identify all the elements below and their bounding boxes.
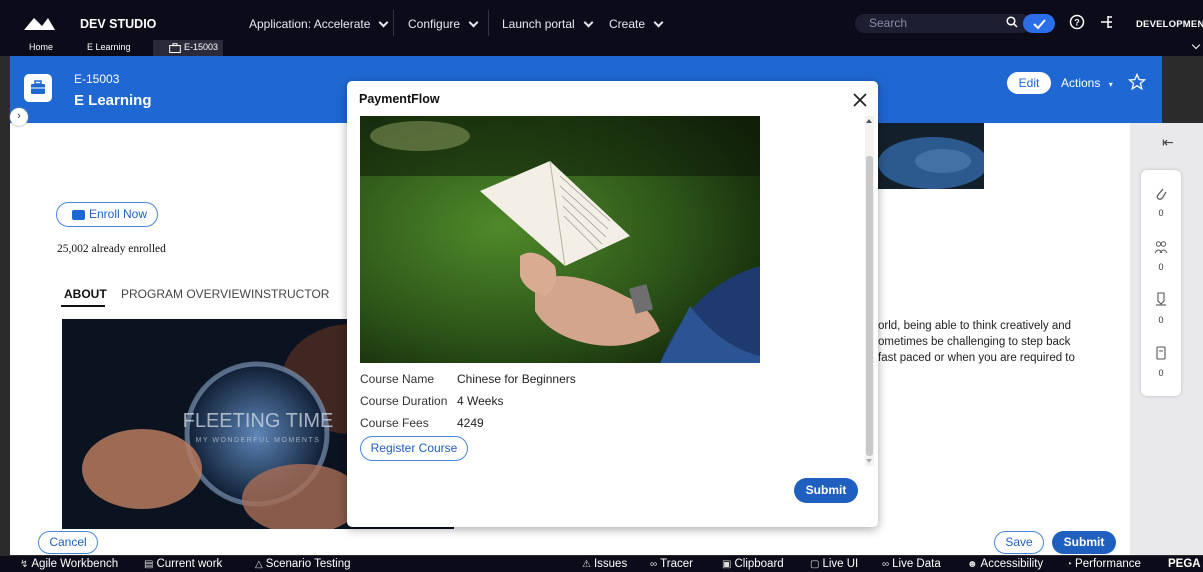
- register-course-button[interactable]: Register Course: [360, 436, 468, 461]
- course-image: [360, 116, 760, 363]
- case-id: E-15003: [74, 72, 120, 86]
- menu-configure[interactable]: Configure: [408, 17, 479, 31]
- issues-button[interactable]: ⚠ Issues: [582, 558, 627, 570]
- course-duration-value: 4 Weeks: [457, 394, 504, 408]
- attachment-icon[interactable]: [1154, 186, 1168, 202]
- menu-create[interactable]: Create: [609, 17, 664, 31]
- scrollbar-thumb[interactable]: [866, 156, 873, 456]
- pega-brand-label: PEGA: [1168, 558, 1201, 570]
- clipboard-icon: ▣: [722, 559, 732, 570]
- data-icon: ∞: [882, 559, 890, 570]
- checkin-toggle[interactable]: [1023, 14, 1055, 33]
- modal-submit-button[interactable]: Submit: [794, 478, 858, 503]
- case-title: E Learning: [74, 92, 152, 109]
- side-photo: [878, 123, 984, 189]
- tags-count: 0: [1158, 315, 1164, 325]
- actions-menu-button[interactable]: Actions ▾: [1061, 76, 1113, 90]
- expand-sidebar-icon[interactable]: ›: [10, 108, 28, 126]
- help-icon[interactable]: ?: [1069, 14, 1085, 30]
- hero-title: FLEETING TIME: [183, 410, 334, 432]
- clipboard-button[interactable]: ▣ Clipboard: [722, 558, 784, 570]
- search-icon[interactable]: [1006, 16, 1018, 28]
- monitor-icon: ▢: [810, 559, 820, 570]
- accessibility-button[interactable]: ☻ Accessibility: [967, 558, 1043, 570]
- active-tab-indicator: [61, 305, 105, 307]
- chevron-down-icon: [583, 17, 594, 27]
- edit-button[interactable]: Edit: [1007, 72, 1051, 94]
- performance-button[interactable]: ◔ Performance: [1066, 558, 1141, 570]
- tab-about[interactable]: ABOUT: [64, 287, 107, 301]
- documents-icon[interactable]: [1154, 345, 1168, 361]
- course-side-image: [878, 123, 984, 189]
- flask-icon: △: [255, 559, 263, 570]
- tab-home[interactable]: Home: [29, 42, 53, 52]
- scroll-down-icon[interactable]: [866, 459, 872, 463]
- environment-label: DEVELOPMENT: [1136, 19, 1203, 30]
- about-paragraph: orld, being able to think creatively and…: [878, 320, 1075, 364]
- followers-icon[interactable]: [1154, 239, 1168, 255]
- briefcase-icon: [169, 43, 181, 53]
- chevron-down-icon: [653, 17, 664, 27]
- chevron-down-icon: [378, 17, 389, 27]
- gauge-icon: ◔: [1066, 559, 1073, 570]
- scroll-up-icon[interactable]: [866, 119, 872, 123]
- tab-case-label: E-15003: [184, 42, 219, 52]
- chevron-down-icon[interactable]: [1191, 40, 1201, 50]
- svg-text:?: ?: [1074, 18, 1080, 28]
- divider: [393, 10, 394, 36]
- course-fees-label: Course Fees: [360, 416, 429, 430]
- save-button[interactable]: Save: [994, 531, 1044, 554]
- accessibility-icon: ☻: [967, 559, 978, 570]
- briefcase-icon: [72, 210, 85, 220]
- case-type-icon: [24, 74, 52, 102]
- search-input[interactable]: Search: [855, 14, 1031, 33]
- reading-photo: [360, 116, 760, 363]
- tab-program-overview[interactable]: PROGRAM OVERVIEW: [121, 287, 251, 301]
- chevron-down-icon: [468, 17, 479, 27]
- utility-card: [1141, 170, 1181, 396]
- current-work-button[interactable]: ▤ Current work: [144, 558, 222, 570]
- tab-instructor[interactable]: INSTRUCTOR: [251, 287, 329, 301]
- caret-down-icon: ▾: [1108, 80, 1113, 89]
- scenario-testing-button[interactable]: △ Scenario Testing: [255, 558, 351, 570]
- hero-subtitle: MY WONDERFUL MOMENTS: [196, 437, 321, 444]
- tab-e-learning[interactable]: E Learning: [87, 42, 131, 52]
- agile-workbench-button[interactable]: ↯ Agile Workbench: [20, 558, 118, 570]
- modal-title: PaymentFlow: [359, 92, 440, 106]
- app-explorer-icon[interactable]: [1098, 14, 1114, 30]
- followers-count: 0: [1158, 262, 1164, 272]
- submit-button[interactable]: Submit: [1052, 531, 1116, 554]
- tab-case[interactable]: E-15003: [153, 40, 223, 56]
- documents-count: 0: [1158, 368, 1164, 378]
- pega-logo-icon[interactable]: [22, 14, 56, 32]
- menu-application[interactable]: Application: Accelerate: [249, 17, 389, 31]
- lightning-icon: ↯: [20, 559, 29, 570]
- document-tabs: Home E Learning E-15003: [0, 40, 1203, 56]
- tracer-icon: ∞: [650, 559, 658, 570]
- enrolled-count: 25,002 already enrolled: [57, 243, 166, 255]
- collapse-panel-icon[interactable]: ⇤: [1162, 134, 1174, 151]
- tracer-button[interactable]: ∞ Tracer: [650, 558, 693, 570]
- menu-launch-portal[interactable]: Launch portal: [502, 17, 594, 31]
- briefcase-icon: [31, 80, 45, 94]
- warning-icon: ⚠: [582, 559, 591, 570]
- tags-icon[interactable]: [1154, 291, 1168, 307]
- cancel-button[interactable]: Cancel: [38, 531, 98, 554]
- live-data-button[interactable]: ∞ Live Data: [882, 558, 941, 570]
- developer-toolbar: ↯ Agile Workbench ▤ Current work △ Scenario…: [0, 556, 1203, 572]
- live-ui-button[interactable]: ▢ Live UI: [810, 558, 858, 570]
- checkmark-icon: [1033, 19, 1046, 30]
- course-fees-value: 4249: [457, 416, 484, 430]
- star-icon[interactable]: [1128, 73, 1146, 91]
- payment-flow-modal: PaymentFlow Course Name Chinese for Begi…: [347, 81, 878, 527]
- attachment-count: 0: [1158, 208, 1164, 218]
- divider: [488, 10, 489, 36]
- app-title[interactable]: DEV STUDIO: [80, 17, 156, 31]
- top-header: DEV STUDIO Application: Accelerate Confi…: [0, 0, 1203, 40]
- document-icon: ▤: [144, 559, 154, 570]
- course-name-label: Course Name: [360, 372, 435, 386]
- close-icon[interactable]: [851, 91, 869, 109]
- course-duration-label: Course Duration: [360, 394, 448, 408]
- course-name-value: Chinese for Beginners: [457, 372, 576, 386]
